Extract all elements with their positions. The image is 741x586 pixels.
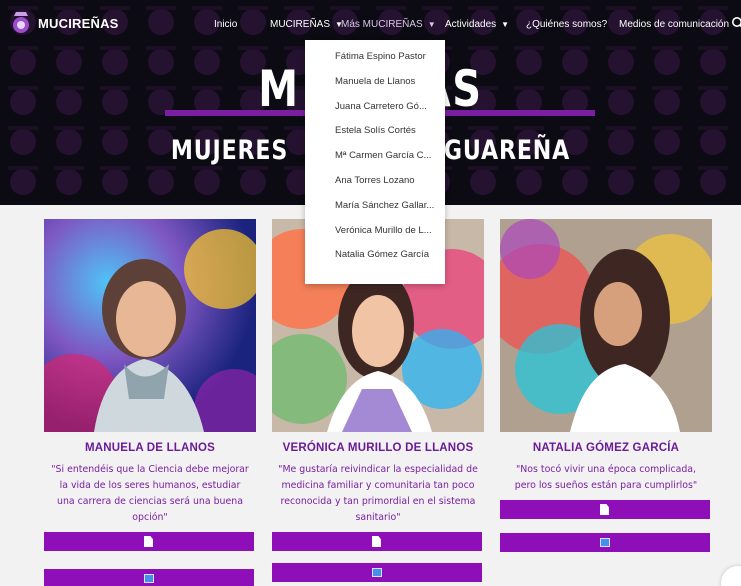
hero-subtitle-left: MUJERES <box>170 135 289 166</box>
nav-inicio-label: Inicio <box>214 19 238 30</box>
dropdown-item[interactable]: Estela Solís Cortés <box>305 125 438 150</box>
dropdown-item[interactable]: Mª Carmen García C... <box>305 150 438 175</box>
nav-mas-mucirenas[interactable]: Más MUCIREÑAS ▼ <box>341 19 436 30</box>
nav-inicio[interactable]: Inicio <box>214 19 237 30</box>
dropdown-item[interactable]: Natalia Gómez García <box>305 249 438 274</box>
media-icon <box>600 538 610 547</box>
document-button[interactable] <box>500 500 710 519</box>
dropdown-item[interactable]: Manuela de Llanos <box>305 76 438 101</box>
portrait-image <box>44 219 256 432</box>
card-quote: "Me gustaría reivindicar la especialidad… <box>278 464 478 523</box>
card-name: MANUELA DE LLANOS <box>84 442 216 454</box>
media-button[interactable] <box>500 533 710 552</box>
site-logo[interactable]: MUCIREÑAS <box>10 10 119 36</box>
dropdown-item[interactable]: María Sánchez Gallar... <box>305 200 438 225</box>
document-button[interactable] <box>272 532 482 551</box>
site-logo-text: MUCIREÑAS <box>38 15 119 31</box>
nav-mucirenas-label: MUCIREÑAS <box>270 19 331 30</box>
media-button[interactable] <box>44 569 254 586</box>
nav-quienes-somos[interactable]: ¿Quiénes somos? <box>526 19 607 30</box>
card-quote: "Nos tocó vivir una época complicada, pe… <box>514 464 698 491</box>
chevron-down-icon: ▼ <box>427 20 436 29</box>
media-icon <box>144 574 154 583</box>
dropdown-item[interactable]: Verónica Murillo de L... <box>305 225 438 250</box>
nav-quienes-somos-label: ¿Quiénes somos? <box>526 19 608 30</box>
mas-mucirenas-dropdown: Fátima Espino Pastor Manuela de Llanos J… <box>305 40 445 284</box>
media-icon <box>372 568 382 577</box>
profile-card: NATALIA GÓMEZ GARCÍA "Nos tocó vivir una… <box>500 219 712 552</box>
document-icon <box>600 504 609 515</box>
dropdown-item[interactable]: Fátima Espino Pastor <box>305 51 438 76</box>
profile-portrait[interactable] <box>44 219 256 432</box>
dropdown-item[interactable]: Ana Torres Lozano <box>305 175 438 200</box>
card-name: VERÓNICA MURILLO DE LLANOS <box>282 442 474 454</box>
dropdown-item[interactable]: Juana Carretero Gó... <box>305 101 438 126</box>
card-quote: "Si entendéis que la Ciencia debe mejora… <box>51 464 249 523</box>
nav-medios[interactable]: Medios de comunicación <box>619 19 729 30</box>
media-button[interactable] <box>272 563 482 582</box>
scroll-top-button[interactable] <box>721 566 741 586</box>
hero-subtitle-right: GUAREÑA <box>443 135 571 166</box>
logo-icon <box>13 12 29 33</box>
nav-medios-label: Medios de comunicación <box>619 19 730 30</box>
nav-mucirenas[interactable]: MUCIREÑAS ▼ <box>270 19 343 30</box>
nav-mas-mucirenas-label: Más MUCIREÑAS <box>341 19 423 30</box>
nav-actividades-label: Actividades <box>445 19 497 30</box>
profile-portrait[interactable] <box>500 219 712 432</box>
nav-actividades[interactable]: Actividades ▼ <box>445 19 509 30</box>
search-icon[interactable] <box>731 16 741 30</box>
portrait-image <box>500 219 712 432</box>
document-icon <box>144 536 153 547</box>
document-icon <box>372 536 381 547</box>
card-name: NATALIA GÓMEZ GARCÍA <box>532 442 680 454</box>
profile-card: MANUELA DE LLANOS "Si entendéis que la C… <box>44 219 256 586</box>
document-button[interactable] <box>44 532 254 551</box>
chevron-down-icon: ▼ <box>501 20 510 29</box>
